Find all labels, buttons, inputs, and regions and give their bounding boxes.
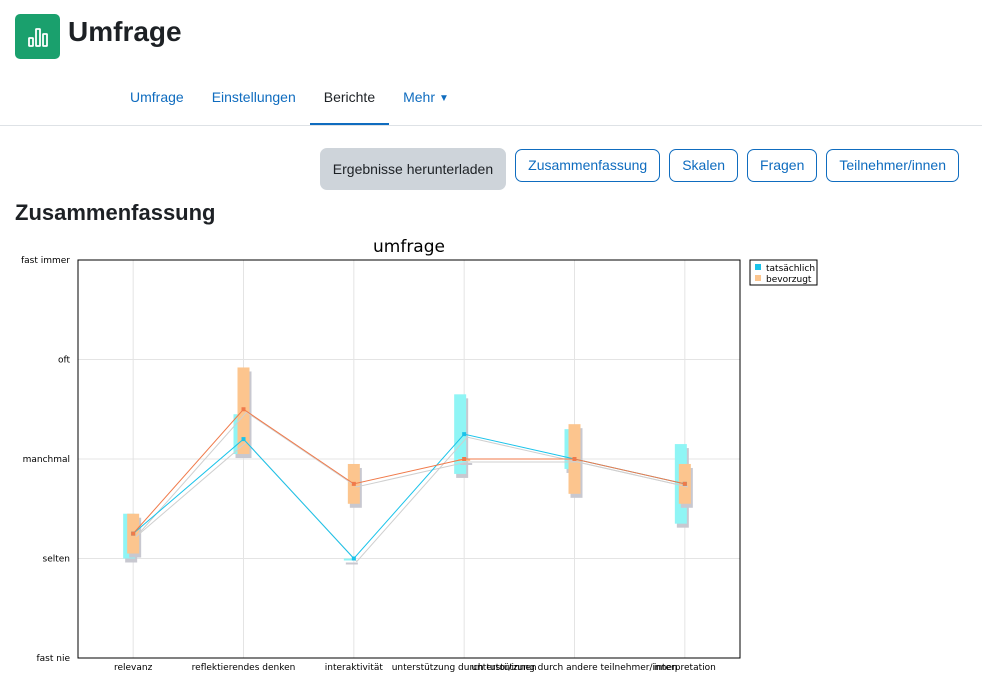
summary-button[interactable]: Zusammenfassung	[515, 149, 661, 182]
y-tick-label: oft	[58, 356, 71, 366]
page-title: Umfrage	[68, 16, 182, 47]
legend-swatch-bevorzugt	[755, 275, 761, 281]
series-line-shadow	[135, 436, 688, 563]
tab-mehr[interactable]: Mehr ▼	[389, 76, 463, 125]
series-line-shadow	[135, 411, 688, 537]
legend-label-bevorzugt: bevorzugt	[766, 275, 812, 285]
y-tick-label: manchmal	[23, 455, 70, 465]
y-tick-label: selten	[43, 555, 71, 565]
scales-button[interactable]: Skalen	[669, 149, 739, 182]
tab-berichte[interactable]: Berichte	[309, 76, 390, 125]
data-point	[351, 556, 356, 561]
chart-title: umfrage	[373, 237, 445, 257]
questions-button[interactable]: Fragen	[747, 149, 818, 182]
tab-umfrage[interactable]: Umfrage	[116, 76, 198, 125]
data-point	[241, 437, 246, 442]
y-tick-label: fast nie	[36, 654, 70, 664]
report-toolbar: Ergebnisse herunterladen Zusammenfassung…	[319, 148, 959, 190]
y-axis-ticks: fast nie selten manchmal oft fast immer	[21, 256, 71, 664]
data-point	[131, 531, 136, 536]
data-point	[682, 481, 687, 486]
x-tick-label: interpretation	[654, 663, 716, 673]
x-axis-ticks: relevanz reflektierendes denken interaktiv…	[114, 663, 716, 673]
data-point	[241, 407, 246, 412]
summary-chart: umfrage fast nie selten manchmal oft fast im…	[21, 237, 818, 673]
download-results-button[interactable]: Ergebnisse herunterladen	[319, 148, 507, 190]
secondary-navigation: Umfrage Einstellungen Berichte Mehr ▼	[116, 76, 463, 125]
y-tick-label: fast immer	[21, 256, 70, 266]
tab-einstellungen[interactable]: Einstellungen	[198, 76, 310, 125]
x-tick-label: interaktivität	[325, 663, 384, 673]
x-tick-label: unterstützung durch andere teilnehmer/in…	[471, 663, 677, 673]
data-point	[351, 481, 356, 486]
data-point	[462, 457, 467, 461]
data-point	[572, 457, 577, 461]
tab-mehr-label: Mehr	[403, 89, 436, 105]
series-line	[132, 433, 685, 560]
chevron-down-icon: ▼	[439, 93, 449, 104]
page-header: Umfrage Umfrage Einstellungen Berichte M…	[0, 0, 982, 126]
range-band-shadow	[345, 562, 358, 565]
chart-legend: tatsächlich bevorzugt	[749, 259, 818, 286]
series-line	[132, 408, 685, 534]
x-tick-label: reflektierendes denken	[192, 663, 296, 673]
chart-bar-icon	[15, 14, 60, 59]
chart-grid	[78, 259, 740, 659]
legend-label-tatsaechlich: tatsächlich	[766, 264, 815, 274]
chart-points	[131, 407, 687, 561]
participants-button[interactable]: Teilnehmer/innen	[826, 149, 959, 182]
section-title: Zusammenfassung	[15, 200, 216, 225]
x-tick-label: relevanz	[114, 663, 153, 673]
legend-swatch-tatsaechlich	[755, 264, 761, 270]
data-point	[462, 432, 467, 437]
chart-lines	[132, 408, 688, 563]
